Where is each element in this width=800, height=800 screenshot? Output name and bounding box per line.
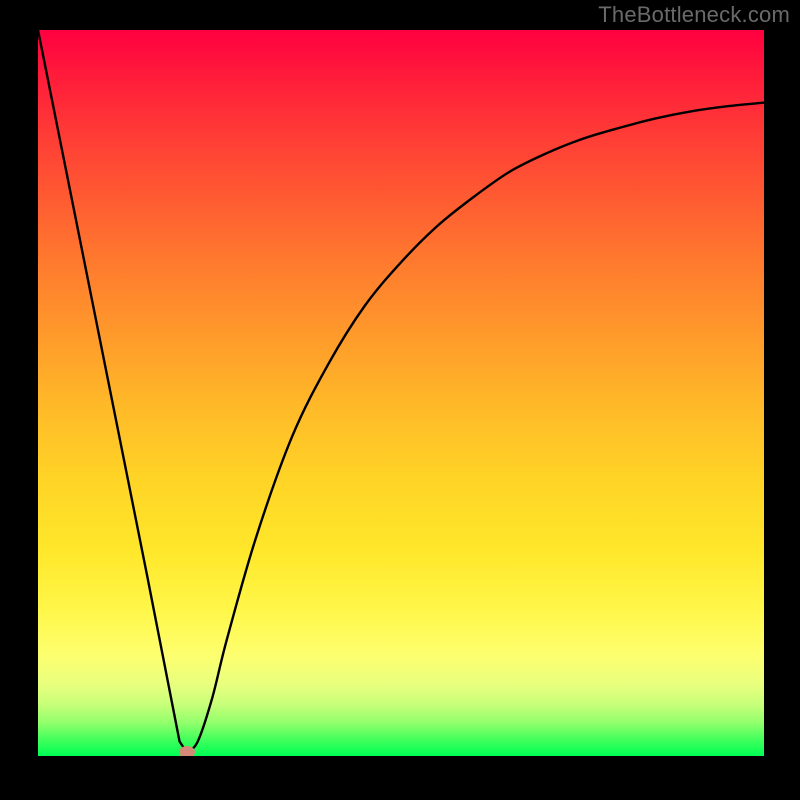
plot-area [38, 30, 764, 756]
minimum-marker-icon [179, 746, 195, 756]
bottleneck-curve [38, 30, 764, 756]
chart-frame: TheBottleneck.com [0, 0, 800, 800]
watermark-label: TheBottleneck.com [598, 2, 790, 28]
